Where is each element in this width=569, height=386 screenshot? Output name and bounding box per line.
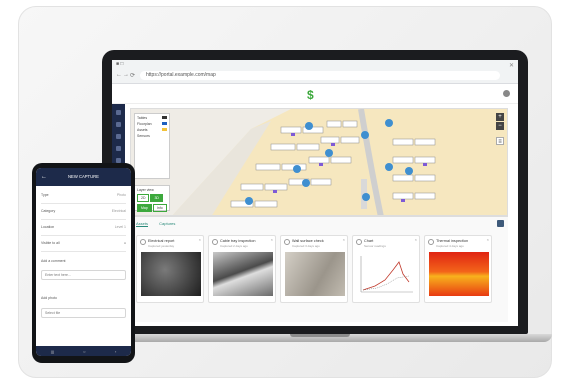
layer-toggle: Layer view 2D 3D Map Info <box>134 185 170 212</box>
capture-card[interactable]: Cable tray inspection Captured 2 days ag… <box>208 235 276 303</box>
floor-map[interactable]: Tables Floorplan Assets Sensors Layer vi… <box>130 108 508 216</box>
phone-header: ← NEW CAPTURE <box>36 168 131 186</box>
browser-tab[interactable]: ■ □ <box>116 61 123 67</box>
capture-title: Chart <box>364 239 374 243</box>
capture-image <box>141 252 201 296</box>
avatar[interactable] <box>503 90 510 97</box>
reload-icon[interactable]: ⟳ <box>130 72 135 79</box>
capture-title: Electrical report <box>148 239 175 243</box>
capture-subtitle: Captured 3 days ago <box>292 244 320 248</box>
phone-screen: ← NEW CAPTURE Type Photo Category Electric… <box>36 168 131 356</box>
capture-title: Wall surface check <box>292 239 324 243</box>
legend-item[interactable]: Tables <box>137 116 167 120</box>
thermal-image <box>429 252 489 296</box>
back-nav-icon[interactable]: ‹ <box>115 349 116 354</box>
forward-icon[interactable]: → <box>123 72 129 78</box>
toggle-title: Layer view <box>137 188 154 192</box>
visibility-toggle[interactable]: Visible to all ● <box>41 241 126 252</box>
panel-tabs: Assets Captures <box>136 221 185 227</box>
legend-item[interactable]: Floorplan <box>137 122 167 126</box>
nav-item-icon[interactable] <box>116 110 121 115</box>
photo-label: Add photo <box>41 296 57 300</box>
app-logo[interactable]: $ <box>307 88 314 102</box>
capture-title: Thermal inspection <box>436 239 469 243</box>
laptop-notch <box>290 334 350 337</box>
toggle-info-button[interactable]: Info <box>152 204 167 212</box>
capture-title: Cable tray inspection <box>220 239 256 243</box>
location-field[interactable]: Location Level 1 <box>41 225 126 236</box>
phone-title: NEW CAPTURE <box>68 174 99 179</box>
map-legend: Tables Floorplan Assets Sensors <box>134 113 170 179</box>
capture-card[interactable]: Wall surface check Captured 3 days ago × <box>280 235 348 303</box>
capture-chart-image <box>357 252 417 296</box>
laptop-screen: ■ □ ← → ⟳ https://portal.example.com/map… <box>112 60 518 326</box>
capture-type-icon <box>140 239 146 245</box>
phone-bottom-nav: ||| ○ ‹ <box>36 346 131 356</box>
capture-subtitle: Captured 4 days ago <box>436 244 464 248</box>
home-icon[interactable]: ○ <box>83 349 85 354</box>
close-icon[interactable]: × <box>415 237 417 242</box>
capture-type-icon <box>356 239 362 245</box>
category-field[interactable]: Category Electrical <box>41 209 126 220</box>
comment-input[interactable]: Enter text here... <box>41 270 126 280</box>
back-icon[interactable]: ← <box>116 72 122 78</box>
close-icon[interactable]: × <box>199 237 201 242</box>
captures-panel: Assets Captures Electrical report Captur… <box>130 216 508 322</box>
zoom-out-button[interactable]: − <box>496 122 504 130</box>
close-icon[interactable]: × <box>343 237 345 242</box>
capture-subtitle: Sensor readings <box>364 244 386 248</box>
nav-item-icon[interactable] <box>116 146 121 151</box>
recent-apps-icon[interactable]: ||| <box>51 349 54 354</box>
capture-subtitle: Captured yesterday <box>148 244 175 248</box>
type-field[interactable]: Type Photo <box>41 193 126 204</box>
capture-image <box>285 252 345 296</box>
capture-type-icon <box>284 239 290 245</box>
tab-captures[interactable]: Captures <box>159 221 175 226</box>
capture-type-icon <box>212 239 218 245</box>
capture-image <box>213 252 273 296</box>
browser-toolbar: ■ □ ← → ⟳ https://portal.example.com/map… <box>112 60 518 84</box>
url-bar[interactable]: https://portal.example.com/map <box>140 71 500 80</box>
zoom-in-button[interactable]: + <box>496 113 504 121</box>
close-icon[interactable]: × <box>271 237 273 242</box>
toggle-3d-button[interactable]: 3D <box>150 194 163 202</box>
capture-card[interactable]: Thermal inspection Captured 4 days ago × <box>424 235 492 303</box>
toggle-map-button[interactable]: Map <box>137 204 152 212</box>
capture-type-icon <box>428 239 434 245</box>
layers-icon[interactable]: ≡ <box>496 137 504 145</box>
nav-item-icon[interactable] <box>116 134 121 139</box>
back-icon[interactable]: ← <box>41 168 47 186</box>
capture-card[interactable]: Electrical report Captured yesterday × <box>136 235 204 303</box>
capture-subtitle: Captured 2 days ago <box>220 244 248 248</box>
legend-item[interactable]: Sensors <box>137 134 167 138</box>
floorplan-drawing <box>172 109 507 215</box>
toggle-2d-button[interactable]: 2D <box>137 194 150 202</box>
photo-input[interactable]: Select file <box>41 308 126 318</box>
nav-item-icon[interactable] <box>116 122 121 127</box>
collapse-panel-button[interactable] <box>497 220 504 227</box>
app-header: $ <box>112 84 518 104</box>
legend-item[interactable]: Assets <box>137 128 167 132</box>
comment-label: Add a comment <box>41 259 66 263</box>
close-icon[interactable]: × <box>487 237 489 242</box>
close-icon[interactable]: ✕ <box>509 62 514 69</box>
tab-assets[interactable]: Assets <box>136 221 149 227</box>
capture-card[interactable]: Chart Sensor readings × <box>352 235 420 303</box>
